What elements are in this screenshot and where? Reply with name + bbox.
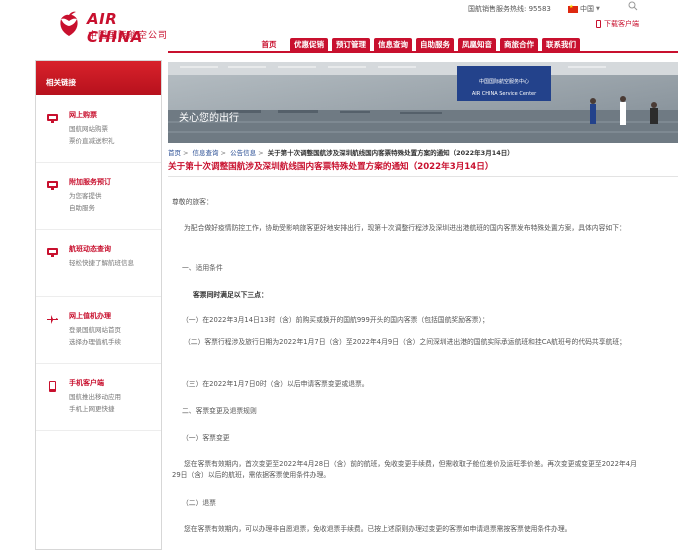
service-sign-en: AIR CHINA Service Center bbox=[471, 91, 537, 97]
sidebar-item-line: 手机上网更快捷 bbox=[69, 405, 115, 413]
title-divider bbox=[168, 176, 678, 177]
sidebar-item-line: 选择办理值机手续 bbox=[69, 338, 121, 346]
sidebar-item-flight-status[interactable]: 航班动态查询 轻松快捷了解航班信息 bbox=[36, 230, 161, 297]
sidebar-item-online-checkin[interactable]: 网上值机办理 登录国航网站首页 选择办理值机手续 bbox=[36, 297, 161, 364]
sidebar-item-title: 附加服务预订 bbox=[69, 178, 111, 186]
sidebar-item-line: 国航推出移动应用 bbox=[69, 393, 121, 401]
breadcrumb-separator: > bbox=[183, 149, 189, 157]
article-paragraph: 为配合做好疫情防控工作，协助受影响旅客更好地安排出行，现第十次调整行程涉及深圳进… bbox=[184, 224, 626, 232]
sidebar-item-additional-services[interactable]: 附加服务预订 为您客提供 自助服务 bbox=[36, 163, 161, 230]
breadcrumb-separator: > bbox=[220, 149, 226, 157]
article-paragraph: 二、客票变更及退票规则 bbox=[182, 407, 257, 415]
china-flag-icon bbox=[568, 4, 578, 13]
nav-phoenix-miles[interactable]: 凤凰知音 bbox=[458, 38, 496, 51]
search-icon[interactable] bbox=[628, 1, 638, 11]
air-china-logo[interactable]: AIR CHINA 中国国际航空公司 bbox=[53, 8, 173, 46]
article-paragraph: 您在客票有效期内，首次变更至2022年4月28日（含）前的航班，免收变更手续费，… bbox=[172, 460, 637, 479]
sidebar-item-title: 手机客户端 bbox=[69, 379, 104, 387]
breadcrumb-information[interactable]: 信息查询 bbox=[193, 149, 219, 157]
sidebar-item-online-booking[interactable]: 网上购票 国航网站购票 票价直减送积礼 bbox=[36, 96, 161, 163]
sidebar-item-line: 自助服务 bbox=[69, 204, 95, 212]
article-paragraph: （一）在2022年3月14日13时（含）前购买或换开的国航999开头的国内客票（… bbox=[182, 316, 489, 324]
article-paragraph: 您在客票有效期内，可以办理非自愿退票，免收退票手续费。已按上述原则办理过变更的客… bbox=[184, 525, 572, 533]
sidebar-title: 相关链接 bbox=[36, 61, 161, 95]
download-label: 下载客户端 bbox=[604, 20, 639, 28]
language-label: 中国 bbox=[580, 5, 594, 13]
hero-banner: 中国国际航空服务中心 AIR CHINA Service Center 关心您的… bbox=[168, 62, 678, 143]
monitor-icon bbox=[47, 181, 58, 190]
breadcrumb-current-page: 关于第十次调整国航涉及深圳航线国内客票特殊处置方案的通知（2022年3月14日） bbox=[267, 149, 514, 157]
service-hotline: 国航销售服务热线: 95583 bbox=[468, 5, 551, 13]
sidebar-item-line: 国航网站购票 bbox=[69, 125, 108, 133]
nav-information[interactable]: 信息查询 bbox=[374, 38, 412, 51]
article-paragraph: （二）退票 bbox=[182, 499, 216, 507]
article-paragraph: （三）在2022年1月7日0时（含）以后申请客票变更或退票。 bbox=[182, 380, 369, 388]
monitor-icon bbox=[47, 248, 58, 257]
mobile-icon bbox=[596, 20, 601, 28]
nav-underline bbox=[168, 51, 678, 53]
chevron-down-icon: ▼ bbox=[596, 6, 600, 12]
sidebar-item-title: 网上购票 bbox=[69, 111, 97, 119]
nav-booking-management[interactable]: 预订管理 bbox=[332, 38, 370, 51]
brand-cn: 中国国际航空公司 bbox=[88, 31, 169, 41]
article-paragraph: 一、适用条件 bbox=[182, 264, 223, 272]
breadcrumb-home[interactable]: 首页 bbox=[168, 149, 181, 157]
article-paragraph: （一）客票变更 bbox=[182, 434, 230, 442]
article-title: 关于第十次调整国航涉及深圳航线国内客票特殊处置方案的通知（2022年3月14日） bbox=[168, 162, 494, 172]
service-sign-cn: 中国国际航空服务中心 bbox=[478, 79, 529, 85]
sidebar-item-line: 票价直减送积礼 bbox=[69, 137, 115, 145]
mobile-icon bbox=[49, 381, 56, 392]
phoenix-logo-icon bbox=[60, 11, 78, 36]
article-paragraph: 客票同时满足以下三点： bbox=[193, 291, 268, 299]
language-selector[interactable]: 中国 ▼ bbox=[568, 4, 600, 14]
breadcrumb-announcements[interactable]: 公告信息 bbox=[230, 149, 256, 157]
nav-business-cooperation[interactable]: 商旅合作 bbox=[500, 38, 538, 51]
sidebar-item-title: 网上值机办理 bbox=[69, 312, 111, 320]
monitor-icon bbox=[47, 114, 58, 123]
related-links-sidebar: 相关链接 网上购票 国航网站购票 票价直减送积礼 附加服务预订 为您客提供 自助… bbox=[35, 60, 162, 550]
airport-banner-image bbox=[168, 62, 678, 143]
nav-home[interactable]: 首页 bbox=[252, 38, 286, 51]
nav-self-service[interactable]: 自助服务 bbox=[416, 38, 454, 51]
breadcrumb: 首页 > 信息查询 > 公告信息 > 关于第十次调整国航涉及深圳航线国内客票特殊处置方… bbox=[168, 147, 514, 157]
sidebar-item-title: 航班动态查询 bbox=[69, 245, 111, 253]
article-paragraph: 尊敬的旅客： bbox=[172, 198, 213, 206]
sidebar-item-line: 登录国航网站首页 bbox=[69, 326, 121, 334]
plane-icon bbox=[47, 315, 58, 324]
nav-promotions[interactable]: 优惠促销 bbox=[290, 38, 328, 51]
article-paragraph: （二）客票行程涉及旅行日期为2022年1月7日（含）至2022年4月9日（含）之… bbox=[184, 338, 626, 346]
service-center-sign: 中国国际航空服务中心 AIR CHINA Service Center bbox=[457, 66, 551, 101]
sidebar-item-line: 为您客提供 bbox=[69, 192, 102, 200]
nav-contact-us[interactable]: 联系我们 bbox=[542, 38, 580, 51]
main-navigation: 首页 优惠促销 预订管理 信息查询 自助服务 凤凰知音 商旅合作 联系我们 bbox=[252, 38, 580, 51]
sidebar-item-line: 轻松快捷了解航班信息 bbox=[69, 259, 134, 267]
sidebar-item-mobile-client[interactable]: 手机客户端 国航推出移动应用 手机上网更快捷 bbox=[36, 364, 161, 431]
breadcrumb-separator: > bbox=[258, 149, 264, 157]
download-app-link[interactable]: 下载客户端 bbox=[596, 19, 639, 29]
hero-slogan: 关心您的出行 bbox=[179, 113, 239, 124]
